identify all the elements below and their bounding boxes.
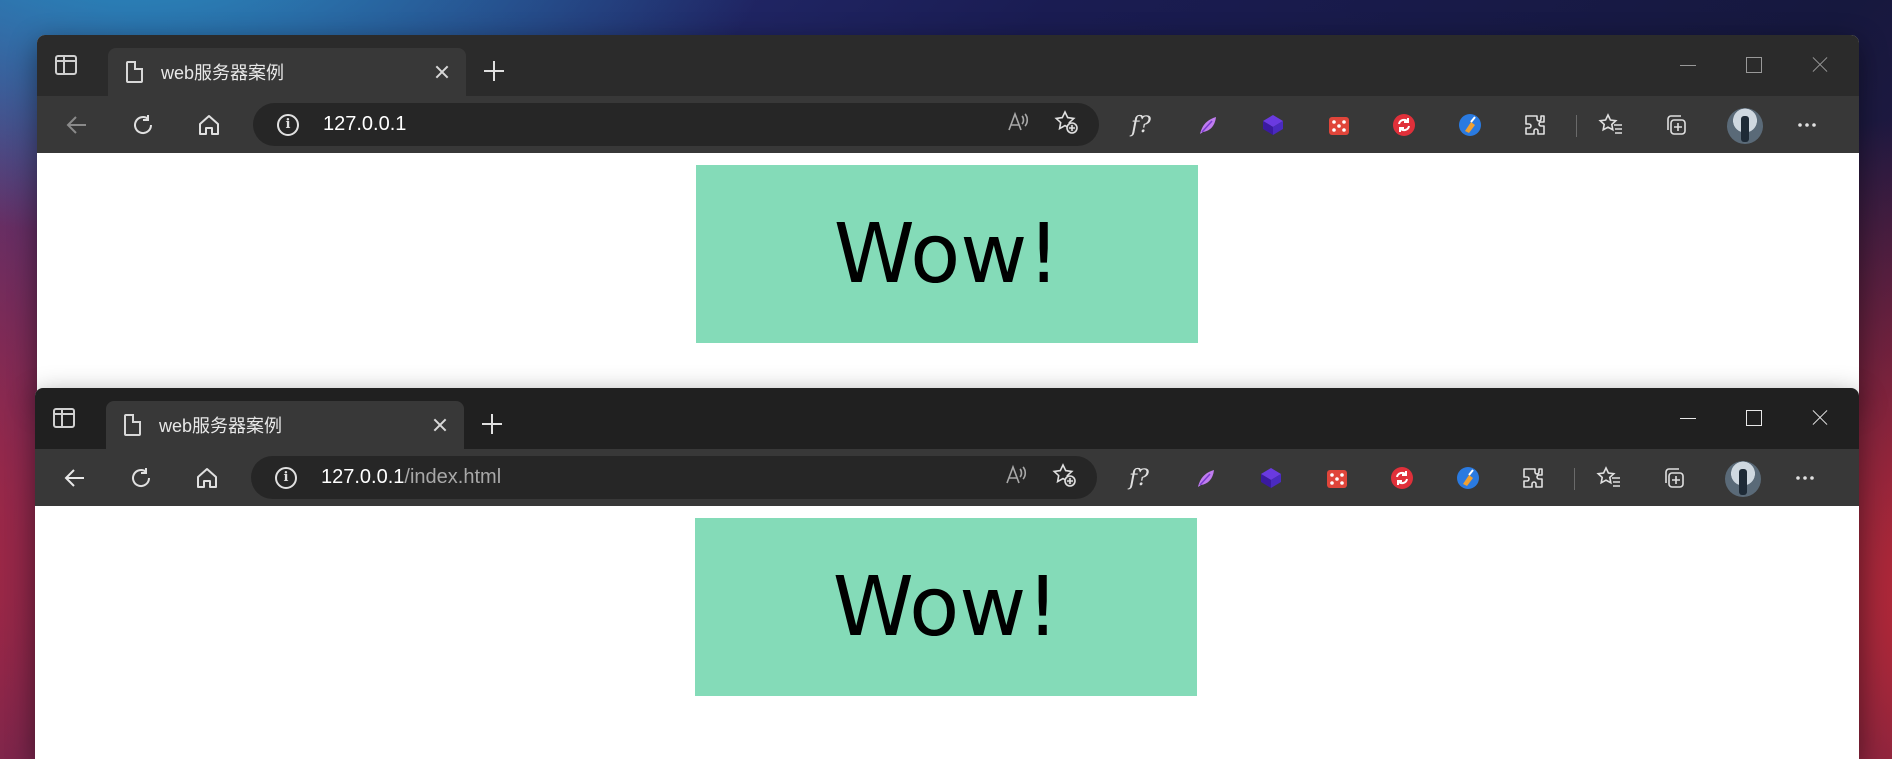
url-host: 127.0.0.1 [323, 113, 407, 135]
add-favorite-icon[interactable] [1053, 109, 1079, 140]
home-icon[interactable] [195, 111, 223, 139]
close-window-button[interactable] [1786, 35, 1852, 96]
url-text[interactable]: 127.0.0.1/index.html [321, 466, 1003, 489]
more-icon[interactable] [1793, 111, 1821, 139]
address-bar[interactable]: i 127.0.0.1 [253, 103, 1099, 146]
refresh-icon[interactable] [127, 464, 155, 492]
new-tab-icon[interactable] [478, 410, 506, 438]
toolbar: i 127.0.0.1/index.html f? [35, 449, 1859, 506]
read-aloud-icon[interactable] [1005, 109, 1031, 140]
collections-icon[interactable] [1662, 111, 1690, 139]
tab-active[interactable]: web服务器案例 [108, 48, 466, 96]
extension-dice-icon[interactable] [1325, 111, 1353, 139]
title-bar: web服务器案例 [37, 35, 1859, 96]
maximize-button[interactable] [1720, 388, 1786, 449]
toolbar: i 127.0.0.1 f? [37, 96, 1859, 153]
page-icon [126, 61, 143, 83]
toolbar-divider [1576, 115, 1577, 137]
profile-avatar[interactable] [1727, 108, 1763, 144]
minimize-button[interactable] [1654, 35, 1720, 96]
extension-sync-icon[interactable] [1388, 464, 1416, 492]
maximize-button[interactable] [1720, 35, 1786, 96]
close-tab-icon[interactable] [426, 56, 458, 88]
extension-broom-icon[interactable] [1456, 111, 1484, 139]
url-text[interactable]: 127.0.0.1 [323, 113, 1005, 136]
extension-feather-icon[interactable] [1194, 111, 1222, 139]
refresh-icon[interactable] [129, 111, 157, 139]
extension-cube-icon[interactable] [1259, 111, 1287, 139]
page-content: Wow! [37, 153, 1859, 399]
extensions-icon[interactable] [1519, 464, 1547, 492]
more-icon[interactable] [1791, 464, 1819, 492]
back-icon[interactable] [63, 111, 91, 139]
favorites-icon[interactable] [1597, 111, 1625, 139]
read-aloud-icon[interactable] [1003, 462, 1029, 493]
tab-active[interactable]: web服务器案例 [106, 401, 464, 449]
tab-actions-icon[interactable] [55, 55, 77, 75]
profile-avatar[interactable] [1725, 461, 1761, 497]
formula-extension-icon[interactable]: f? [1125, 464, 1153, 492]
extension-cube-icon[interactable] [1257, 464, 1285, 492]
title-bar: web服务器案例 [35, 388, 1859, 449]
favorites-icon[interactable] [1595, 464, 1623, 492]
address-bar[interactable]: i 127.0.0.1/index.html [251, 456, 1097, 499]
wow-box: Wow! [696, 165, 1198, 343]
page-content: Wow! [35, 506, 1859, 759]
extension-feather-icon[interactable] [1192, 464, 1220, 492]
extensions-icon[interactable] [1521, 111, 1549, 139]
new-tab-icon[interactable] [480, 57, 508, 85]
tab-title: web服务器案例 [159, 416, 283, 436]
back-icon[interactable] [61, 464, 89, 492]
url-path: /index.html [404, 466, 502, 488]
home-icon[interactable] [193, 464, 221, 492]
toolbar-divider [1574, 468, 1575, 490]
collections-icon[interactable] [1660, 464, 1688, 492]
extension-sync-icon[interactable] [1390, 111, 1418, 139]
close-window-button[interactable] [1786, 388, 1852, 449]
extension-dice-icon[interactable] [1323, 464, 1351, 492]
browser-window-foreground[interactable]: web服务器案例 i 127.0.0.1/index.html f? Wow! [35, 388, 1859, 759]
minimize-button[interactable] [1654, 388, 1720, 449]
page-icon [124, 414, 141, 436]
extension-broom-icon[interactable] [1454, 464, 1482, 492]
browser-window-background[interactable]: web服务器案例 i 127.0.0.1 f? Wow! [37, 35, 1859, 399]
tab-title: web服务器案例 [161, 63, 285, 83]
info-icon[interactable]: i [277, 113, 299, 136]
add-favorite-icon[interactable] [1051, 462, 1077, 493]
tab-actions-icon[interactable] [53, 408, 75, 428]
close-tab-icon[interactable] [424, 409, 456, 441]
info-icon[interactable]: i [275, 466, 297, 489]
formula-extension-icon[interactable]: f? [1127, 111, 1155, 139]
wow-box: Wow! [695, 518, 1197, 696]
url-host: 127.0.0.1 [321, 466, 405, 488]
